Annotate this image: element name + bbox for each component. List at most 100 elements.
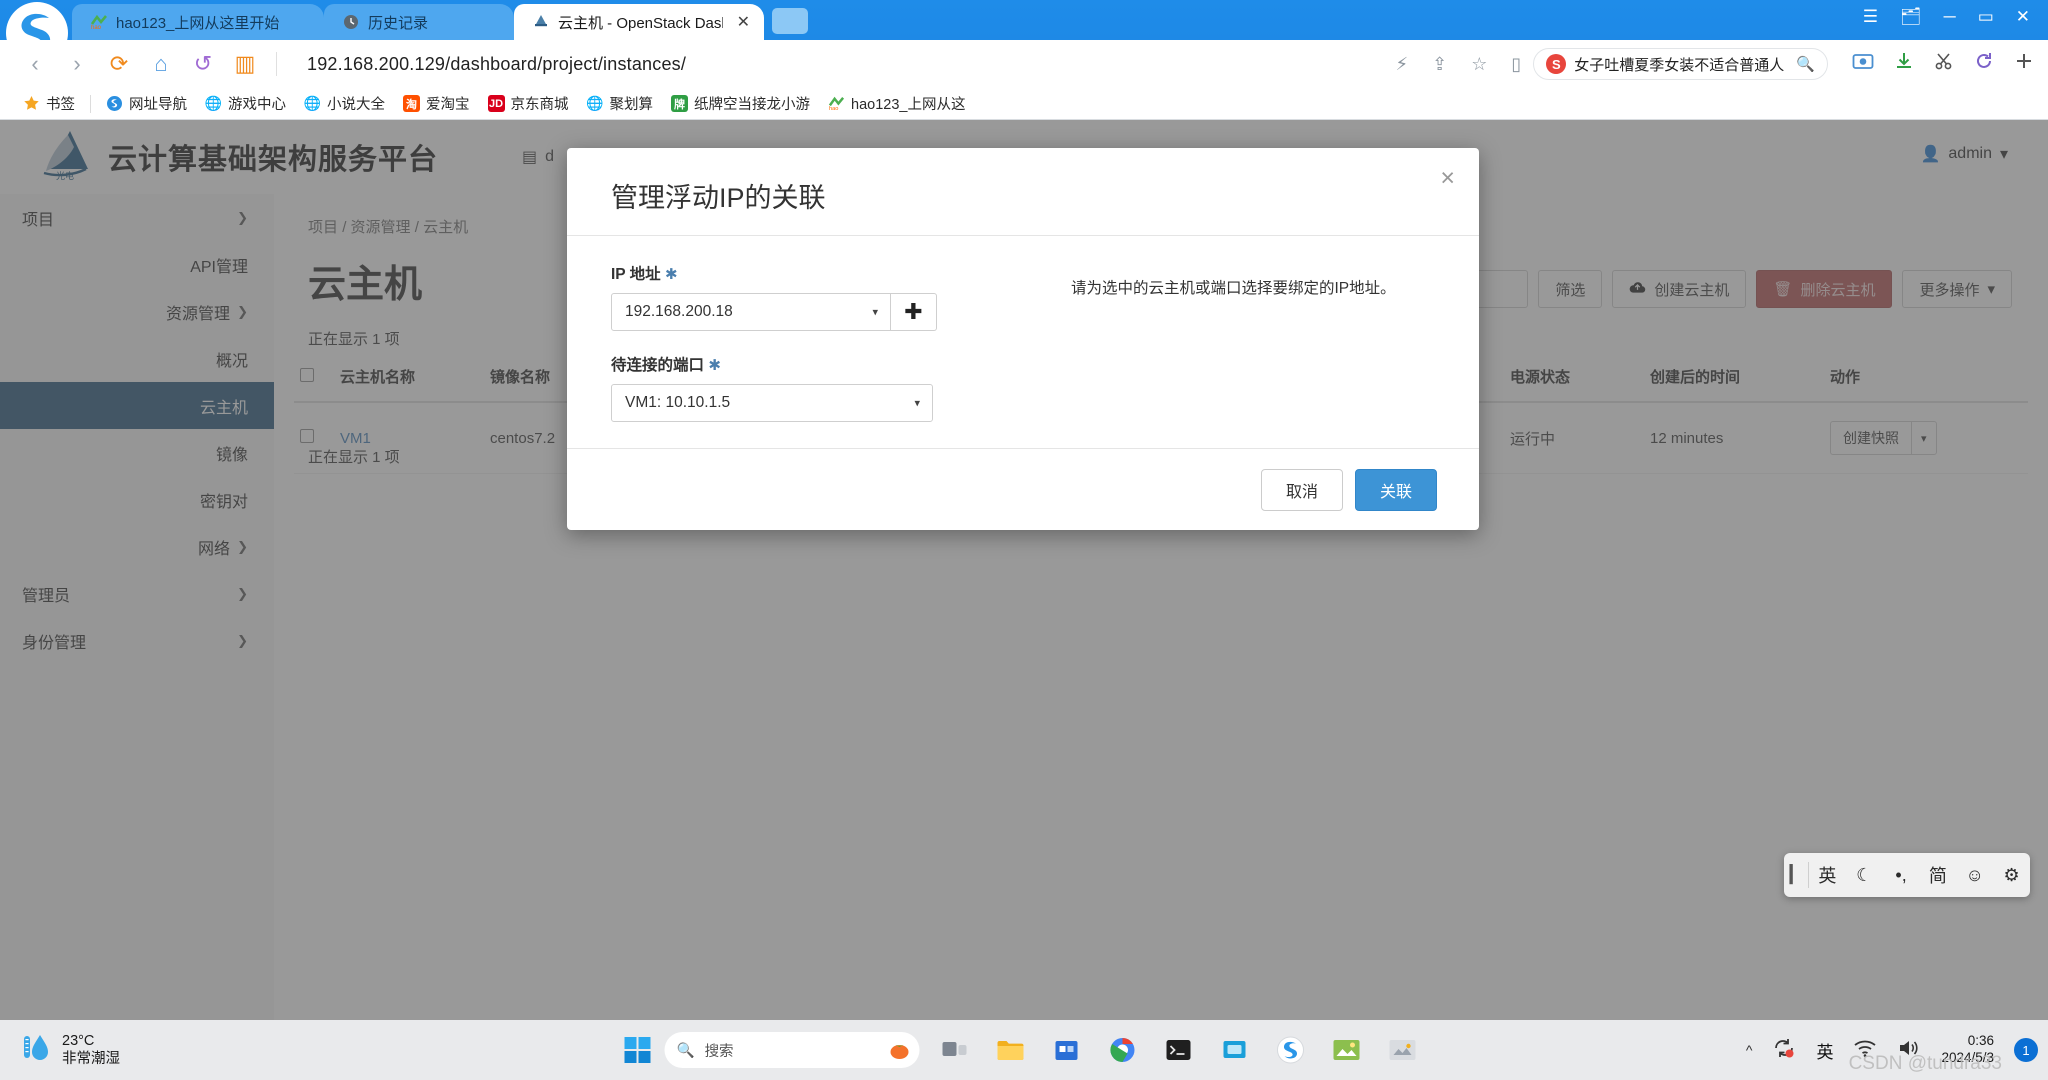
ime-emoji-icon[interactable]: ☺ — [1956, 865, 1993, 886]
lightning-icon[interactable]: ⚡ — [1396, 54, 1409, 75]
screenshot-icon[interactable] — [1852, 51, 1874, 77]
tab-strip: hao hao123_上网从这里开始 历史记录 云主机 - OpenStack … — [0, 0, 2048, 64]
minimize-icon[interactable]: ─ — [1944, 8, 1956, 25]
required-asterisk-icon: ✱ — [708, 357, 721, 374]
weather-widget[interactable]: 23°C 非常潮湿 — [0, 1031, 120, 1070]
hao123-icon: hao — [828, 95, 845, 112]
search-suggestion-pill[interactable]: S 女子吐槽夏季女装不适合普通人 🔍 — [1533, 48, 1828, 80]
sogou-icon — [106, 95, 123, 112]
close-icon[interactable]: × — [1440, 164, 1455, 193]
collections-icon[interactable]: 🗂 — [1900, 8, 1922, 25]
dialog-header: 管理浮动IP的关联 × — [567, 148, 1479, 236]
download-icon[interactable] — [1894, 51, 1914, 77]
ime-punctuation-icon[interactable]: •, — [1883, 865, 1920, 886]
tray-ime-indicator[interactable]: 英 — [1816, 1038, 1833, 1063]
allocate-ip-button[interactable]: ✚ — [891, 293, 937, 331]
new-tab-button[interactable] — [772, 8, 808, 34]
bookmark-label-6: 聚划算 — [609, 97, 654, 113]
undo-icon[interactable]: ↺ — [182, 43, 224, 85]
weather-temp: 23°C — [62, 1032, 95, 1049]
reload-icon[interactable]: ⟳ — [98, 43, 140, 85]
globe-icon: 🌐 — [303, 95, 322, 111]
bookmark-label-2: 游戏中心 — [228, 97, 286, 113]
add-icon[interactable] — [2014, 51, 2034, 77]
start-button[interactable] — [624, 1037, 651, 1063]
bookmark-star-icon[interactable]: ☆ — [1471, 54, 1487, 75]
clock-time: 0:36 — [1967, 1033, 1994, 1049]
browser-tool-icons — [1838, 51, 2048, 77]
bookmark-item-5[interactable]: JD 京东商城 — [479, 93, 578, 114]
bookmark-item-1[interactable]: 网址导航 — [97, 93, 196, 114]
chevron-down-icon: ▾ — [914, 397, 920, 410]
reader-icon[interactable]: ▥ — [224, 43, 266, 85]
tomato-icon — [888, 1040, 912, 1060]
close-icon[interactable]: ✕ — [737, 12, 750, 32]
app-icon-8[interactable] — [1326, 1029, 1368, 1071]
notification-badge[interactable]: 1 — [2014, 1038, 2038, 1062]
browser-menu-icon[interactable]: ☰ — [1863, 8, 1878, 25]
globe-icon: 🌐 — [204, 95, 223, 111]
store-icon[interactable] — [1046, 1029, 1088, 1071]
bookmark-item-3[interactable]: 🌐 小说大全 — [295, 93, 394, 114]
humidity-icon — [22, 1031, 52, 1070]
bookmark-item-4[interactable]: 淘 爱淘宝 — [394, 93, 479, 114]
refresh-icon[interactable] — [1974, 51, 1994, 77]
forward-icon[interactable]: › — [56, 43, 98, 85]
ime-settings-gear-icon[interactable]: ⚙ — [1993, 865, 2030, 886]
address-bar-icons: ⚡ ⇪ ☆ ▯ — [1396, 54, 1534, 75]
bookmark-item-0[interactable]: 书签 — [14, 93, 84, 114]
back-icon[interactable]: ‹ — [14, 43, 56, 85]
home-icon[interactable]: ⌂ — [140, 43, 182, 85]
bookmark-label-4: 爱淘宝 — [426, 97, 470, 113]
browser-tab-0[interactable]: hao hao123_上网从这里开始 — [72, 4, 324, 40]
tray-expand-chevron-icon[interactable]: ^ — [1746, 1042, 1753, 1058]
scissors-icon[interactable] — [1934, 51, 1954, 77]
search-icon[interactable]: 🔍 — [1796, 55, 1815, 73]
bookmark-label-7: 纸牌空当接龙小游 — [694, 97, 810, 113]
search-icon: 🔍 — [676, 1042, 695, 1059]
browser-tab-2-title: 云主机 - OpenStack Dashboa — [558, 14, 723, 32]
bookmark-item-7[interactable]: 牌 纸牌空当接龙小游 — [662, 93, 819, 114]
maximize-icon[interactable]: ▭ — [1978, 8, 1994, 25]
drag-handle-icon[interactable]: ▎ — [1784, 865, 1808, 885]
ime-simplified-toggle[interactable]: 简 — [1919, 862, 1956, 888]
browser-tab-1-title: 历史记录 — [368, 14, 429, 32]
close-window-icon[interactable]: ✕ — [2016, 8, 2030, 25]
address-bar[interactable]: 192.168.200.129/dashboard/project/instan… — [287, 47, 1396, 81]
sogou-browser-icon[interactable] — [1270, 1029, 1312, 1071]
bookmark-label-3: 小说大全 — [327, 97, 385, 113]
dialog-body: IP 地址 ✱ 192.168.200.18 ▾ ✚ 待连接的端口 ✱ VM1:… — [567, 236, 1479, 448]
chrome-icon[interactable] — [1102, 1029, 1144, 1071]
ime-language-toggle[interactable]: 英 — [1809, 862, 1846, 888]
share-icon[interactable]: ⇪ — [1432, 54, 1447, 75]
ime-moon-icon[interactable]: ☾ — [1846, 865, 1883, 886]
userbox-icon[interactable]: ▯ — [1511, 54, 1521, 75]
manage-floating-ip-dialog: 管理浮动IP的关联 × IP 地址 ✱ 192.168.200.18 ▾ ✚ 待… — [567, 148, 1479, 530]
bookmark-item-2[interactable]: 🌐 游戏中心 — [196, 93, 295, 114]
browser-tab-1[interactable]: 历史记录 — [324, 4, 514, 40]
clock-icon — [342, 13, 360, 31]
weather-text: 23°C 非常潮湿 — [62, 1032, 120, 1068]
navigation-bar: ‹ › ⟳ ⌂ ↺ ▥ 192.168.200.129/dashboard/pr… — [0, 40, 2048, 88]
associate-button[interactable]: 关联 — [1354, 468, 1437, 511]
taobao-icon: 淘 — [403, 95, 420, 112]
bookmark-item-8[interactable]: hao hao123_上网从这 — [819, 93, 974, 114]
browser-chrome: hao hao123_上网从这里开始 历史记录 云主机 - OpenStack … — [0, 0, 2048, 120]
cancel-button[interactable]: 取消 — [1260, 468, 1343, 511]
sync-icon[interactable] — [1772, 1037, 1796, 1064]
taskbar-search[interactable]: 🔍 搜索 — [664, 1032, 920, 1068]
ip-address-select[interactable]: 192.168.200.18 ▾ — [611, 293, 891, 331]
screen: hao hao123_上网从这里开始 历史记录 云主机 - OpenStack … — [0, 0, 2048, 1080]
terminal-icon[interactable] — [1158, 1029, 1200, 1071]
task-view-icon[interactable] — [934, 1029, 976, 1071]
bookmark-item-6[interactable]: 🌐 聚划算 — [578, 93, 663, 114]
ip-field-row: 192.168.200.18 ▾ ✚ — [611, 293, 1031, 331]
vm-icon[interactable] — [1214, 1029, 1256, 1071]
port-select[interactable]: VM1: 10.10.1.5 ▾ — [611, 384, 933, 422]
file-explorer-icon[interactable] — [990, 1029, 1032, 1071]
taskbar-search-placeholder: 搜索 — [704, 1043, 734, 1060]
bookmark-label-8: hao123_上网从这 — [851, 97, 966, 113]
browser-tab-2[interactable]: 云主机 - OpenStack Dashboa ✕ — [514, 4, 764, 40]
port-value: VM1: 10.10.1.5 — [625, 394, 731, 411]
app-icon-9[interactable] — [1382, 1029, 1424, 1071]
